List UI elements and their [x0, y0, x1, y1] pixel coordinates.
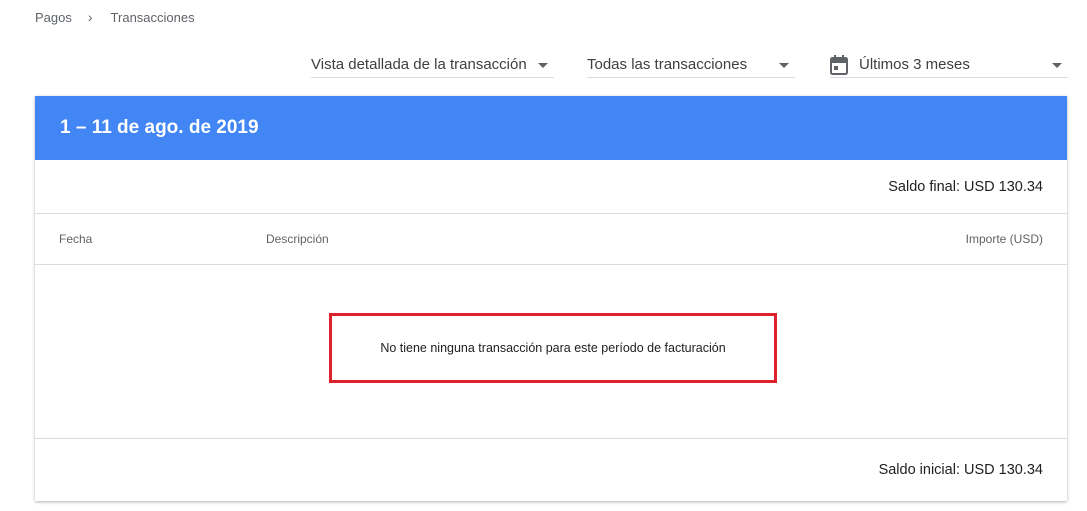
breadcrumb-item-pagos[interactable]: Pagos	[35, 10, 72, 25]
transactions-card: 1 – 11 de ago. de 2019 Saldo final: USD …	[35, 96, 1067, 501]
ending-balance-row: Saldo final: USD 130.34	[35, 160, 1067, 214]
chevron-right-icon: ›	[87, 9, 93, 25]
transaction-type-dropdown-label: Todas las transacciones	[587, 56, 748, 73]
empty-state: No tiene ninguna transacción para este p…	[35, 265, 1067, 439]
ending-balance: Saldo final: USD 130.34	[888, 178, 1043, 195]
breadcrumb-item-transacciones: Transacciones	[110, 9, 195, 25]
transaction-type-dropdown[interactable]: Todas las transacciones	[587, 52, 795, 78]
date-range-dropdown-label: Últimos 3 meses	[859, 56, 970, 73]
starting-balance: Saldo inicial: USD 130.34	[878, 462, 1043, 478]
period-header: 1 – 11 de ago. de 2019	[35, 96, 1067, 160]
column-header-date: Fecha	[59, 232, 93, 246]
caret-down-icon	[779, 63, 789, 68]
column-header-amount: Importe (USD)	[965, 232, 1043, 246]
empty-state-highlight: No tiene ninguna transacción para este p…	[329, 313, 777, 383]
column-header-description: Descripción	[266, 232, 329, 246]
starting-balance-row: Saldo inicial: USD 130.34	[35, 439, 1067, 501]
calendar-icon	[830, 54, 848, 75]
view-dropdown[interactable]: Vista detallada de la transacción	[311, 52, 554, 78]
date-range-dropdown[interactable]: Últimos 3 meses	[830, 52, 1068, 78]
view-dropdown-label: Vista detallada de la transacción	[311, 56, 527, 73]
caret-down-icon	[1052, 63, 1062, 68]
breadcrumb: Pagos › Transacciones	[35, 9, 195, 25]
caret-down-icon	[538, 63, 548, 68]
empty-state-message: No tiene ninguna transacción para este p…	[380, 341, 726, 355]
table-header: Fecha Descripción Importe (USD)	[35, 214, 1067, 265]
